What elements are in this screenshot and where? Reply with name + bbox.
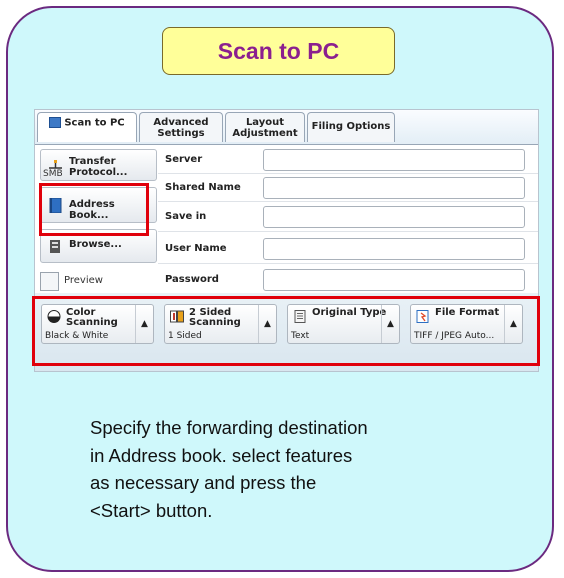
tab-filing-options[interactable]: Filing Options	[307, 112, 395, 142]
user-name-input[interactable]	[263, 238, 525, 260]
address-book-highlight	[39, 183, 149, 236]
divider	[158, 201, 538, 202]
tab-scan-to-pc-label: Scan to PC	[64, 117, 125, 129]
scan-to-pc-icon	[49, 117, 62, 128]
preview-checkbox[interactable]	[40, 272, 59, 291]
tab-filing-options-label: Filing Options	[311, 121, 391, 132]
transfer-protocol-value: SMB	[43, 169, 63, 179]
instruction-line: Specify the forwarding destination	[90, 417, 368, 438]
feature-bar-highlight	[32, 296, 540, 366]
server-input[interactable]	[263, 149, 525, 171]
preview-label: Preview	[64, 275, 103, 286]
tab-bar: Scan to PC Advanced Settings Layout Adju…	[35, 110, 538, 144]
save-in-input[interactable]	[263, 206, 525, 228]
user-name-label: User Name	[165, 243, 227, 254]
password-input[interactable]	[263, 269, 525, 291]
tab-advanced-settings[interactable]: Advanced Settings	[139, 112, 223, 142]
transfer-label-line1: Transfer	[69, 156, 116, 167]
shared-name-input[interactable]	[263, 177, 525, 199]
save-in-label: Save in	[165, 211, 207, 222]
browse-label: Browse...	[69, 239, 122, 250]
instruction-line: as necessary and press the	[90, 472, 317, 493]
instruction-text: Specify the forwarding destination in Ad…	[90, 414, 520, 524]
browse-icon	[50, 240, 60, 253]
server-label: Server	[165, 154, 203, 165]
divider	[158, 263, 538, 264]
password-label: Password	[165, 274, 219, 285]
divider	[158, 173, 538, 174]
instruction-line: in Address book. select features	[90, 444, 353, 466]
tab-layout-adjustment[interactable]: Layout Adjustment	[225, 112, 305, 142]
title-banner: Scan to PC	[162, 27, 395, 75]
transfer-label-line2: Protocol...	[69, 167, 128, 178]
shared-name-label: Shared Name	[165, 182, 241, 193]
tab-label-line1: Advanced	[153, 117, 209, 128]
page-title: Scan to PC	[217, 37, 340, 64]
tab-scan-to-pc[interactable]: Scan to PC	[37, 112, 137, 142]
transfer-protocol-button[interactable]: Transfer Protocol... SMB	[40, 149, 157, 181]
tab-label-line2: Settings	[157, 128, 205, 139]
instruction-line: <Start> button.	[90, 499, 213, 521]
preview-option[interactable]: Preview	[40, 271, 157, 291]
tab-label-line2: Adjustment	[232, 128, 298, 139]
tab-label-line1: Layout	[245, 117, 285, 128]
divider	[158, 231, 538, 232]
